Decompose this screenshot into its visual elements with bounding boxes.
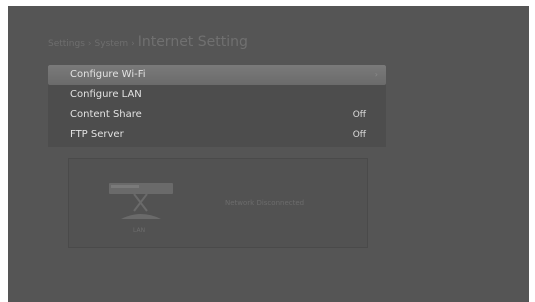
content-share-value: Off	[352, 110, 366, 120]
menu-item-label: FTP Server	[70, 129, 124, 140]
settings-menu: Configure Wi-Fi › Configure LAN Content …	[48, 65, 386, 147]
menu-item-label: Content Share	[70, 109, 142, 120]
menu-item-configure-wifi[interactable]: Configure Wi-Fi ›	[48, 65, 386, 85]
network-status-text: Network Disconnected	[225, 199, 305, 207]
menu-item-configure-lan[interactable]: Configure LAN	[48, 85, 386, 105]
network-device-label: LAN	[133, 227, 146, 234]
breadcrumb-separator: ›	[87, 39, 92, 49]
breadcrumb-system: System	[94, 39, 129, 49]
chevron-right-icon: ›	[374, 70, 378, 79]
tv-screen: Settings › System › Internet Setting Configu…	[8, 6, 529, 302]
network-router-icon	[109, 183, 173, 219]
ftp-server-value: Off	[352, 130, 366, 140]
breadcrumb-separator: ›	[131, 39, 135, 49]
network-status-panel: LAN Network Disconnected	[68, 158, 368, 248]
menu-item-label: Configure Wi-Fi	[70, 69, 146, 80]
menu-item-content-share[interactable]: Content Share Off	[48, 105, 386, 125]
breadcrumb-settings: Settings	[48, 39, 85, 49]
menu-item-ftp-server[interactable]: FTP Server Off	[48, 125, 386, 145]
menu-item-label: Configure LAN	[70, 89, 142, 100]
breadcrumb: Settings › System › Internet Setting	[48, 31, 248, 50]
page-title: Internet Setting	[137, 34, 248, 50]
